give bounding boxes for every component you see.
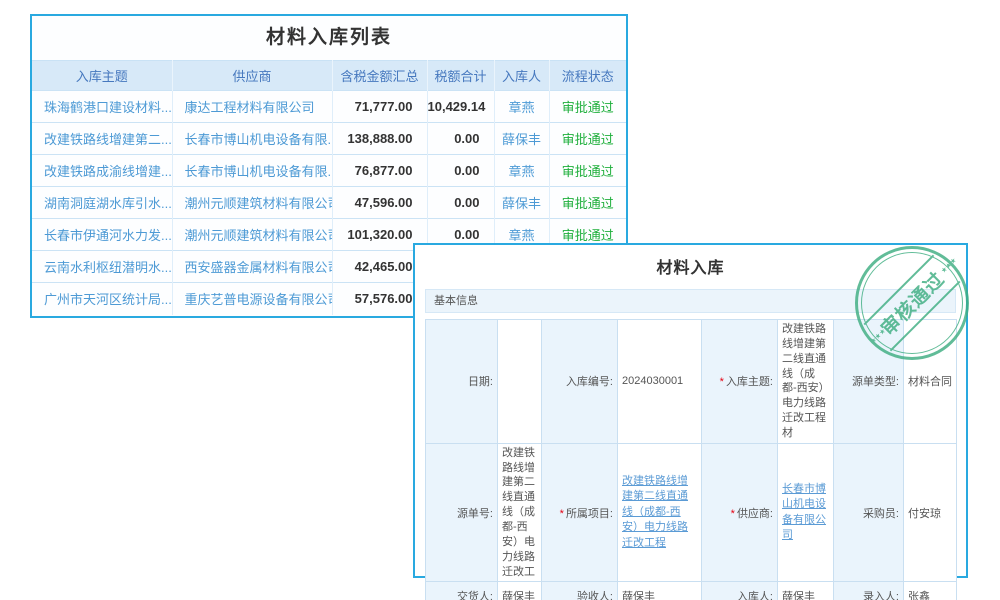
project-value-cell: 改建铁路线增建第二线直通线（成都-西安）电力线路迁改工程 <box>618 443 702 582</box>
cell-subject[interactable]: 珠海鹤港口建设材料... <box>32 91 172 123</box>
buyer-value: 付安琼 <box>904 443 957 582</box>
inspector-label: 验收人: <box>542 582 618 600</box>
cell-supplier[interactable]: 潮州元顺建筑材料有限公司 <box>172 219 332 251</box>
project-label: *所属项目: <box>542 443 618 582</box>
subject-label: *入库主题: <box>702 320 778 444</box>
cell-tax: 0.00 <box>427 123 494 155</box>
supplier-link[interactable]: 长春市博山机电设备有限公司 <box>782 483 826 541</box>
column-header-tax: 税额合计 <box>427 61 494 91</box>
form-row-1: 日期: 入库编号: 2024030001 *入库主题: 改建铁路线增建第二线直通… <box>426 320 957 444</box>
column-header-amount: 含税金额汇总 <box>332 61 427 91</box>
supplier-value-cell: 长春市博山机电设备有限公司 <box>778 443 834 582</box>
cell-amount: 71,777.00 <box>332 91 427 123</box>
recorder-label: 录入人: <box>834 582 904 600</box>
cell-person[interactable]: 薛保丰 <box>494 123 549 155</box>
source-no-value: 改建铁路线增建第二线直通线（成都-西安）电力线路迁改工 <box>498 443 542 582</box>
required-icon: * <box>720 376 724 388</box>
deliverer-label: 交货人: <box>426 582 498 600</box>
cell-supplier[interactable]: 西安盛器金属材料有限公司 <box>172 251 332 283</box>
project-label-text: 所属项目: <box>566 508 613 520</box>
cell-subject[interactable]: 长春市伊通河水力发... <box>32 219 172 251</box>
supplier-label-text: 供应商: <box>737 508 773 520</box>
column-header-supplier: 供应商 <box>172 61 332 91</box>
table-header-row: 入库主题 供应商 含税金额汇总 税额合计 入库人 流程状态 <box>32 61 626 91</box>
cell-status: 审批通过 <box>549 123 626 155</box>
deliverer-value: 薛保丰 <box>498 582 542 600</box>
entry-no-label: 入库编号: <box>542 320 618 444</box>
table-row: 珠海鹤港口建设材料... 康达工程材料有限公司 71,777.00 10,429… <box>32 91 626 123</box>
page: 材料入库列表 入库主题 供应商 含税金额汇总 税额合计 入库人 流程状态 珠海鹤… <box>0 0 1000 600</box>
cell-supplier[interactable]: 长春市博山机电设备有限... <box>172 155 332 187</box>
source-no-label: 源单号: <box>426 443 498 582</box>
cell-amount: 76,877.00 <box>332 155 427 187</box>
basic-info-section-bar: 基本信息 <box>425 289 956 313</box>
detail-panel-title: 材料入库 <box>415 257 966 281</box>
cell-tax: 0.00 <box>427 187 494 219</box>
cell-supplier[interactable]: 长春市博山机电设备有限... <box>172 123 332 155</box>
cell-tax: 0.00 <box>427 155 494 187</box>
material-inbound-detail-panel: 材料入库 基本信息 日期: 入库编号: 2024030001 *入库主题: 改建… <box>413 243 968 578</box>
source-type-label: 源单类型: <box>834 320 904 444</box>
form-row-2: 源单号: 改建铁路线增建第二线直通线（成都-西安）电力线路迁改工 *所属项目: … <box>426 443 957 582</box>
cell-status: 审批通过 <box>549 187 626 219</box>
cell-supplier[interactable]: 潮州元顺建筑材料有限公司 <box>172 187 332 219</box>
cell-subject[interactable]: 改建铁路成渝线增建... <box>32 155 172 187</box>
cell-status: 审批通过 <box>549 155 626 187</box>
warehouser-label: 入库人: <box>702 582 778 600</box>
project-link[interactable]: 改建铁路线增建第二线直通线（成都-西安）电力线路迁改工程 <box>622 475 688 549</box>
cell-status: 审批通过 <box>549 91 626 123</box>
required-icon: * <box>560 508 564 520</box>
supplier-label: *供应商: <box>702 443 778 582</box>
cell-supplier[interactable]: 重庆艺普电源设备有限公司 <box>172 283 332 315</box>
entry-no-value: 2024030001 <box>618 320 702 444</box>
table-row: 湖南洞庭湖水库引水... 潮州元顺建筑材料有限公司 47,596.00 0.00… <box>32 187 626 219</box>
column-header-person: 入库人 <box>494 61 549 91</box>
cell-person[interactable]: 薛保丰 <box>494 187 549 219</box>
cell-amount: 47,596.00 <box>332 187 427 219</box>
warehouser-value: 薛保丰 <box>778 582 834 600</box>
table-row: 改建铁路线增建第二... 长春市博山机电设备有限... 138,888.00 0… <box>32 123 626 155</box>
detail-form-table: 日期: 入库编号: 2024030001 *入库主题: 改建铁路线增建第二线直通… <box>425 319 957 600</box>
column-header-status: 流程状态 <box>549 61 626 91</box>
cell-subject[interactable]: 广州市天河区统计局... <box>32 283 172 315</box>
cell-person[interactable]: 章燕 <box>494 155 549 187</box>
required-icon: * <box>731 508 735 520</box>
form-row-3: 交货人: 薛保丰 验收人: 薛保丰 入库人: 薛保丰 录入人: 张鑫 <box>426 582 957 600</box>
list-panel-title: 材料入库列表 <box>32 16 626 60</box>
cell-subject[interactable]: 云南水利枢纽潜明水... <box>32 251 172 283</box>
cell-amount: 138,888.00 <box>332 123 427 155</box>
recorder-value: 张鑫 <box>904 582 957 600</box>
date-label: 日期: <box>426 320 498 444</box>
cell-tax: 10,429.14 <box>427 91 494 123</box>
column-header-subject: 入库主题 <box>32 61 172 91</box>
cell-subject[interactable]: 湖南洞庭湖水库引水... <box>32 187 172 219</box>
table-row: 改建铁路成渝线增建... 长春市博山机电设备有限... 76,877.00 0.… <box>32 155 626 187</box>
subject-label-text: 入库主题: <box>726 376 773 388</box>
source-type-value: 材料合同 <box>904 320 957 444</box>
subject-value: 改建铁路线增建第二线直通线（成都-西安）电力线路迁改工程材 <box>778 320 834 444</box>
cell-person[interactable]: 章燕 <box>494 91 549 123</box>
buyer-label: 采购员: <box>834 443 904 582</box>
inspector-value: 薛保丰 <box>618 582 702 600</box>
cell-subject[interactable]: 改建铁路线增建第二... <box>32 123 172 155</box>
date-value <box>498 320 542 444</box>
cell-supplier[interactable]: 康达工程材料有限公司 <box>172 91 332 123</box>
